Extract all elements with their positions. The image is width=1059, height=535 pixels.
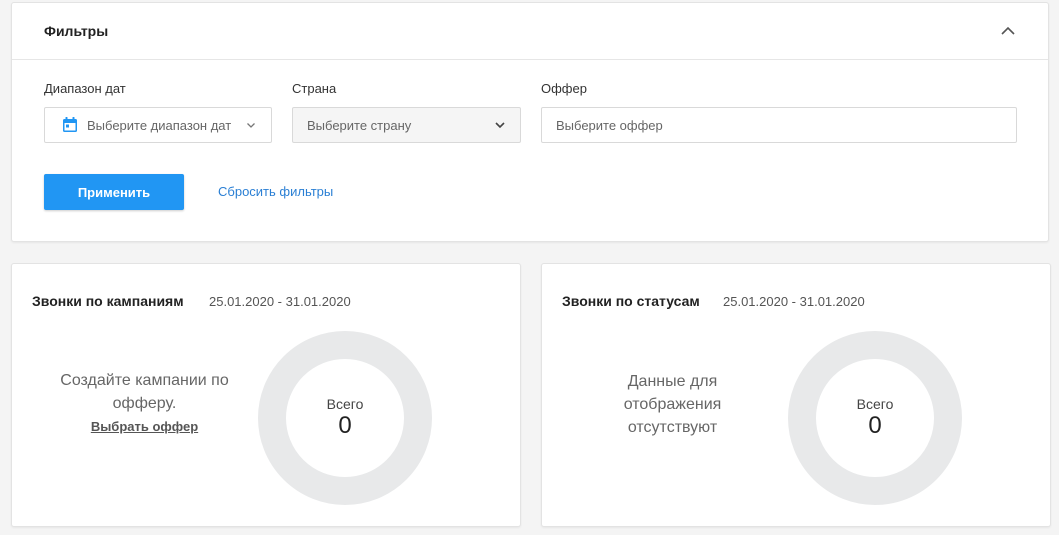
empty-text: Данные для отображения отсутствуют — [623, 373, 722, 436]
calendar-icon — [63, 117, 77, 132]
filters-header[interactable]: Фильтры — [12, 3, 1048, 60]
chevron-down-icon — [495, 122, 505, 129]
filters-panel: Фильтры Диапазон дат Выберите диапазон д… — [11, 2, 1049, 242]
total-value: 0 — [338, 412, 352, 439]
date-range-text: 25.01.2020 - 31.01.2020 — [723, 294, 865, 309]
filters-title: Фильтры — [44, 23, 109, 39]
reset-filters-link[interactable]: Сбросить фильтры — [218, 184, 333, 199]
card-title: Звонки по статусам — [562, 293, 700, 309]
chevron-down-icon — [247, 123, 255, 128]
date-range-text: 25.01.2020 - 31.01.2020 — [209, 294, 351, 309]
empty-message: Данные для отображения отсутствуют — [610, 370, 735, 439]
empty-text: Создайте кампании по офферу. — [60, 372, 229, 412]
choose-offer-link[interactable]: Выбрать оффер — [42, 415, 247, 438]
chevron-up-icon[interactable] — [1000, 23, 1016, 39]
apply-button[interactable]: Применить — [44, 174, 184, 210]
total-label: Всего — [856, 396, 894, 412]
calls-by-statuses-card: Звонки по статусам 25.01.2020 - 31.01.20… — [541, 263, 1051, 527]
offer-label: Оффер — [541, 81, 587, 96]
total-value: 0 — [868, 412, 882, 439]
country-placeholder: Выберите страну — [307, 117, 412, 133]
offer-placeholder: Выберите оффер — [556, 117, 663, 133]
empty-message: Создайте кампании по офферу. Выбрать офф… — [42, 369, 247, 438]
date-range-placeholder: Выберите диапазон дат — [87, 117, 232, 133]
country-select[interactable]: Выберите страну — [292, 107, 521, 143]
card-title: Звонки по кампаниям — [32, 293, 184, 309]
total-label: Всего — [326, 396, 364, 412]
offer-field[interactable]: Выберите оффер — [541, 107, 1017, 143]
date-range-picker[interactable]: Выберите диапазон дат — [44, 107, 272, 143]
calls-by-campaigns-card: Звонки по кампаниям 25.01.2020 - 31.01.2… — [11, 263, 521, 527]
donut-center: Всего 0 — [257, 330, 433, 506]
date-range-label: Диапазон дат — [44, 81, 126, 96]
country-label: Страна — [292, 81, 337, 96]
donut-center: Всего 0 — [787, 330, 963, 506]
